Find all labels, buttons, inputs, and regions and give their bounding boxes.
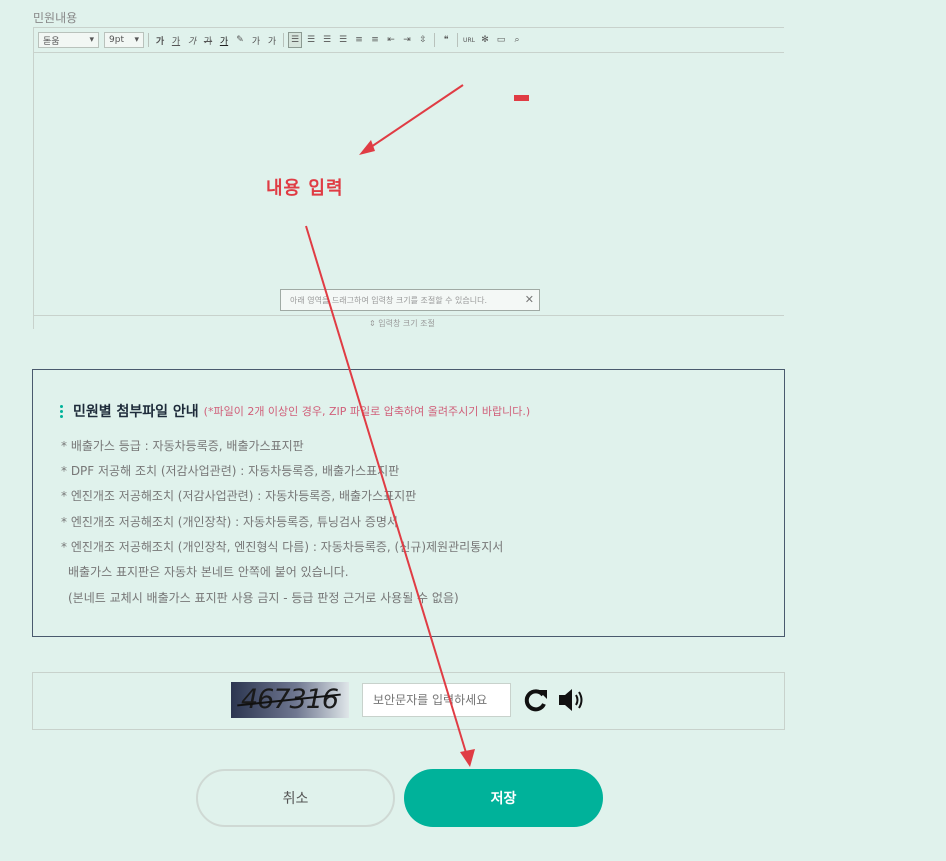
italic-button[interactable]: 가 [185,32,199,48]
content-editor[interactable] [33,27,784,329]
chevron-down-icon: ▾ [134,35,139,45]
editor-toolbar: 돋움 ▾ 9pt ▾ 가 가 가 가 가 ✎ 가 가 ☰ ☰ ☰ ☰ ≡ ≡ ⇤ ⇥… [33,28,784,53]
font-select[interactable]: 돋움 ▾ [38,32,99,48]
guide-title-text: 민원별 첨부파일 안내 [73,404,199,420]
special-char-icon[interactable]: ✻ [478,32,492,48]
table-icon[interactable]: ▭ [494,32,508,48]
line-height-icon[interactable]: ⇳ [416,32,430,48]
editor-bottom-border [33,315,784,316]
guide-line: 배출가스 표지판은 자동차 본네트 안쪽에 붙어 있습니다. [68,565,349,579]
close-icon[interactable]: ✕ [525,293,534,306]
align-right-icon[interactable]: ☰ [320,32,334,48]
subscript-button[interactable]: 가 [265,32,279,48]
link-icon[interactable]: URL [462,32,476,48]
toolbar-divider [457,33,458,47]
arrowhead-icon [460,749,475,767]
section-label: 민원내용 [33,11,78,25]
guide-line: * 배출가스 등급 : 자동차등록증, 배출가스표지판 [61,439,304,453]
ordered-list-icon[interactable]: ≡ [352,32,366,48]
indent-icon[interactable]: ⇥ [400,32,414,48]
guide-line: * 엔진개조 저공해조치 (개인장착) : 자동차등록증, 튜닝검사 증명서 [61,515,398,529]
toolbar-divider [283,33,284,47]
align-center-icon[interactable]: ☰ [304,32,318,48]
find-icon[interactable]: ⌕ [510,32,524,48]
size-select[interactable]: 9pt ▾ [104,32,144,48]
guide-title: 민원별 첨부파일 안내 (*파일이 2개 이상인 경우, ZIP 파일로 압축하… [60,401,530,421]
toolbar-divider [434,33,435,47]
chevron-down-icon: ▾ [89,35,94,45]
outdent-icon[interactable]: ⇤ [384,32,398,48]
vertical-dots-icon [60,403,64,420]
annotation-minus-mark [514,95,529,101]
captcha-image: 467316 [231,682,349,718]
underline-button[interactable]: 가 [169,32,183,48]
superscript-button[interactable]: 가 [249,32,263,48]
guide-line: (본네트 교체시 배출가스 표지판 사용 금지 - 등급 판정 근거로 사용될 … [68,591,459,605]
quote-icon[interactable]: ❝ [439,32,453,48]
toolbar-divider [148,33,149,47]
annotation-label: 내용 입력 [266,178,344,199]
text-color-button[interactable]: 가 [217,32,231,48]
resize-tip: 아래 영역을 드래그하여 입력창 크기를 조절할 수 있습니다. ✕ [280,289,540,311]
captcha-input[interactable] [362,683,511,717]
size-select-value: 9pt [109,35,124,45]
guide-line: * 엔진개조 저공해조치 (개인장착, 엔진형식 다름) : 자동차등록증, (… [61,540,504,554]
highlight-icon[interactable]: ✎ [233,32,247,48]
unordered-list-icon[interactable]: ≡ [368,32,382,48]
speaker-icon[interactable] [557,686,587,714]
resize-handle[interactable]: ⇕ 입력창 크기 조절 [369,318,435,329]
refresh-icon[interactable] [522,686,550,714]
guide-line: * 엔진개조 저공해조치 (저감사업관련) : 자동차등록증, 배출가스표지판 [61,489,417,503]
align-justify-icon[interactable]: ☰ [336,32,350,48]
strikethrough-button[interactable]: 가 [201,32,215,48]
save-button[interactable]: 저장 [404,769,603,827]
guide-note: (*파일이 2개 이상인 경우, ZIP 파일로 압축하여 올려주시기 바랍니다… [203,405,531,418]
align-left-icon[interactable]: ☰ [288,32,302,48]
bold-button[interactable]: 가 [153,32,167,48]
guide-line: * DPF 저공해 조치 (저감사업관련) : 자동차등록증, 배출가스표지판 [61,464,400,478]
resize-tip-text: 아래 영역을 드래그하여 입력창 크기를 조절할 수 있습니다. [290,295,487,305]
cancel-button[interactable]: 취소 [196,769,395,827]
font-select-value: 돋움 [43,36,60,47]
